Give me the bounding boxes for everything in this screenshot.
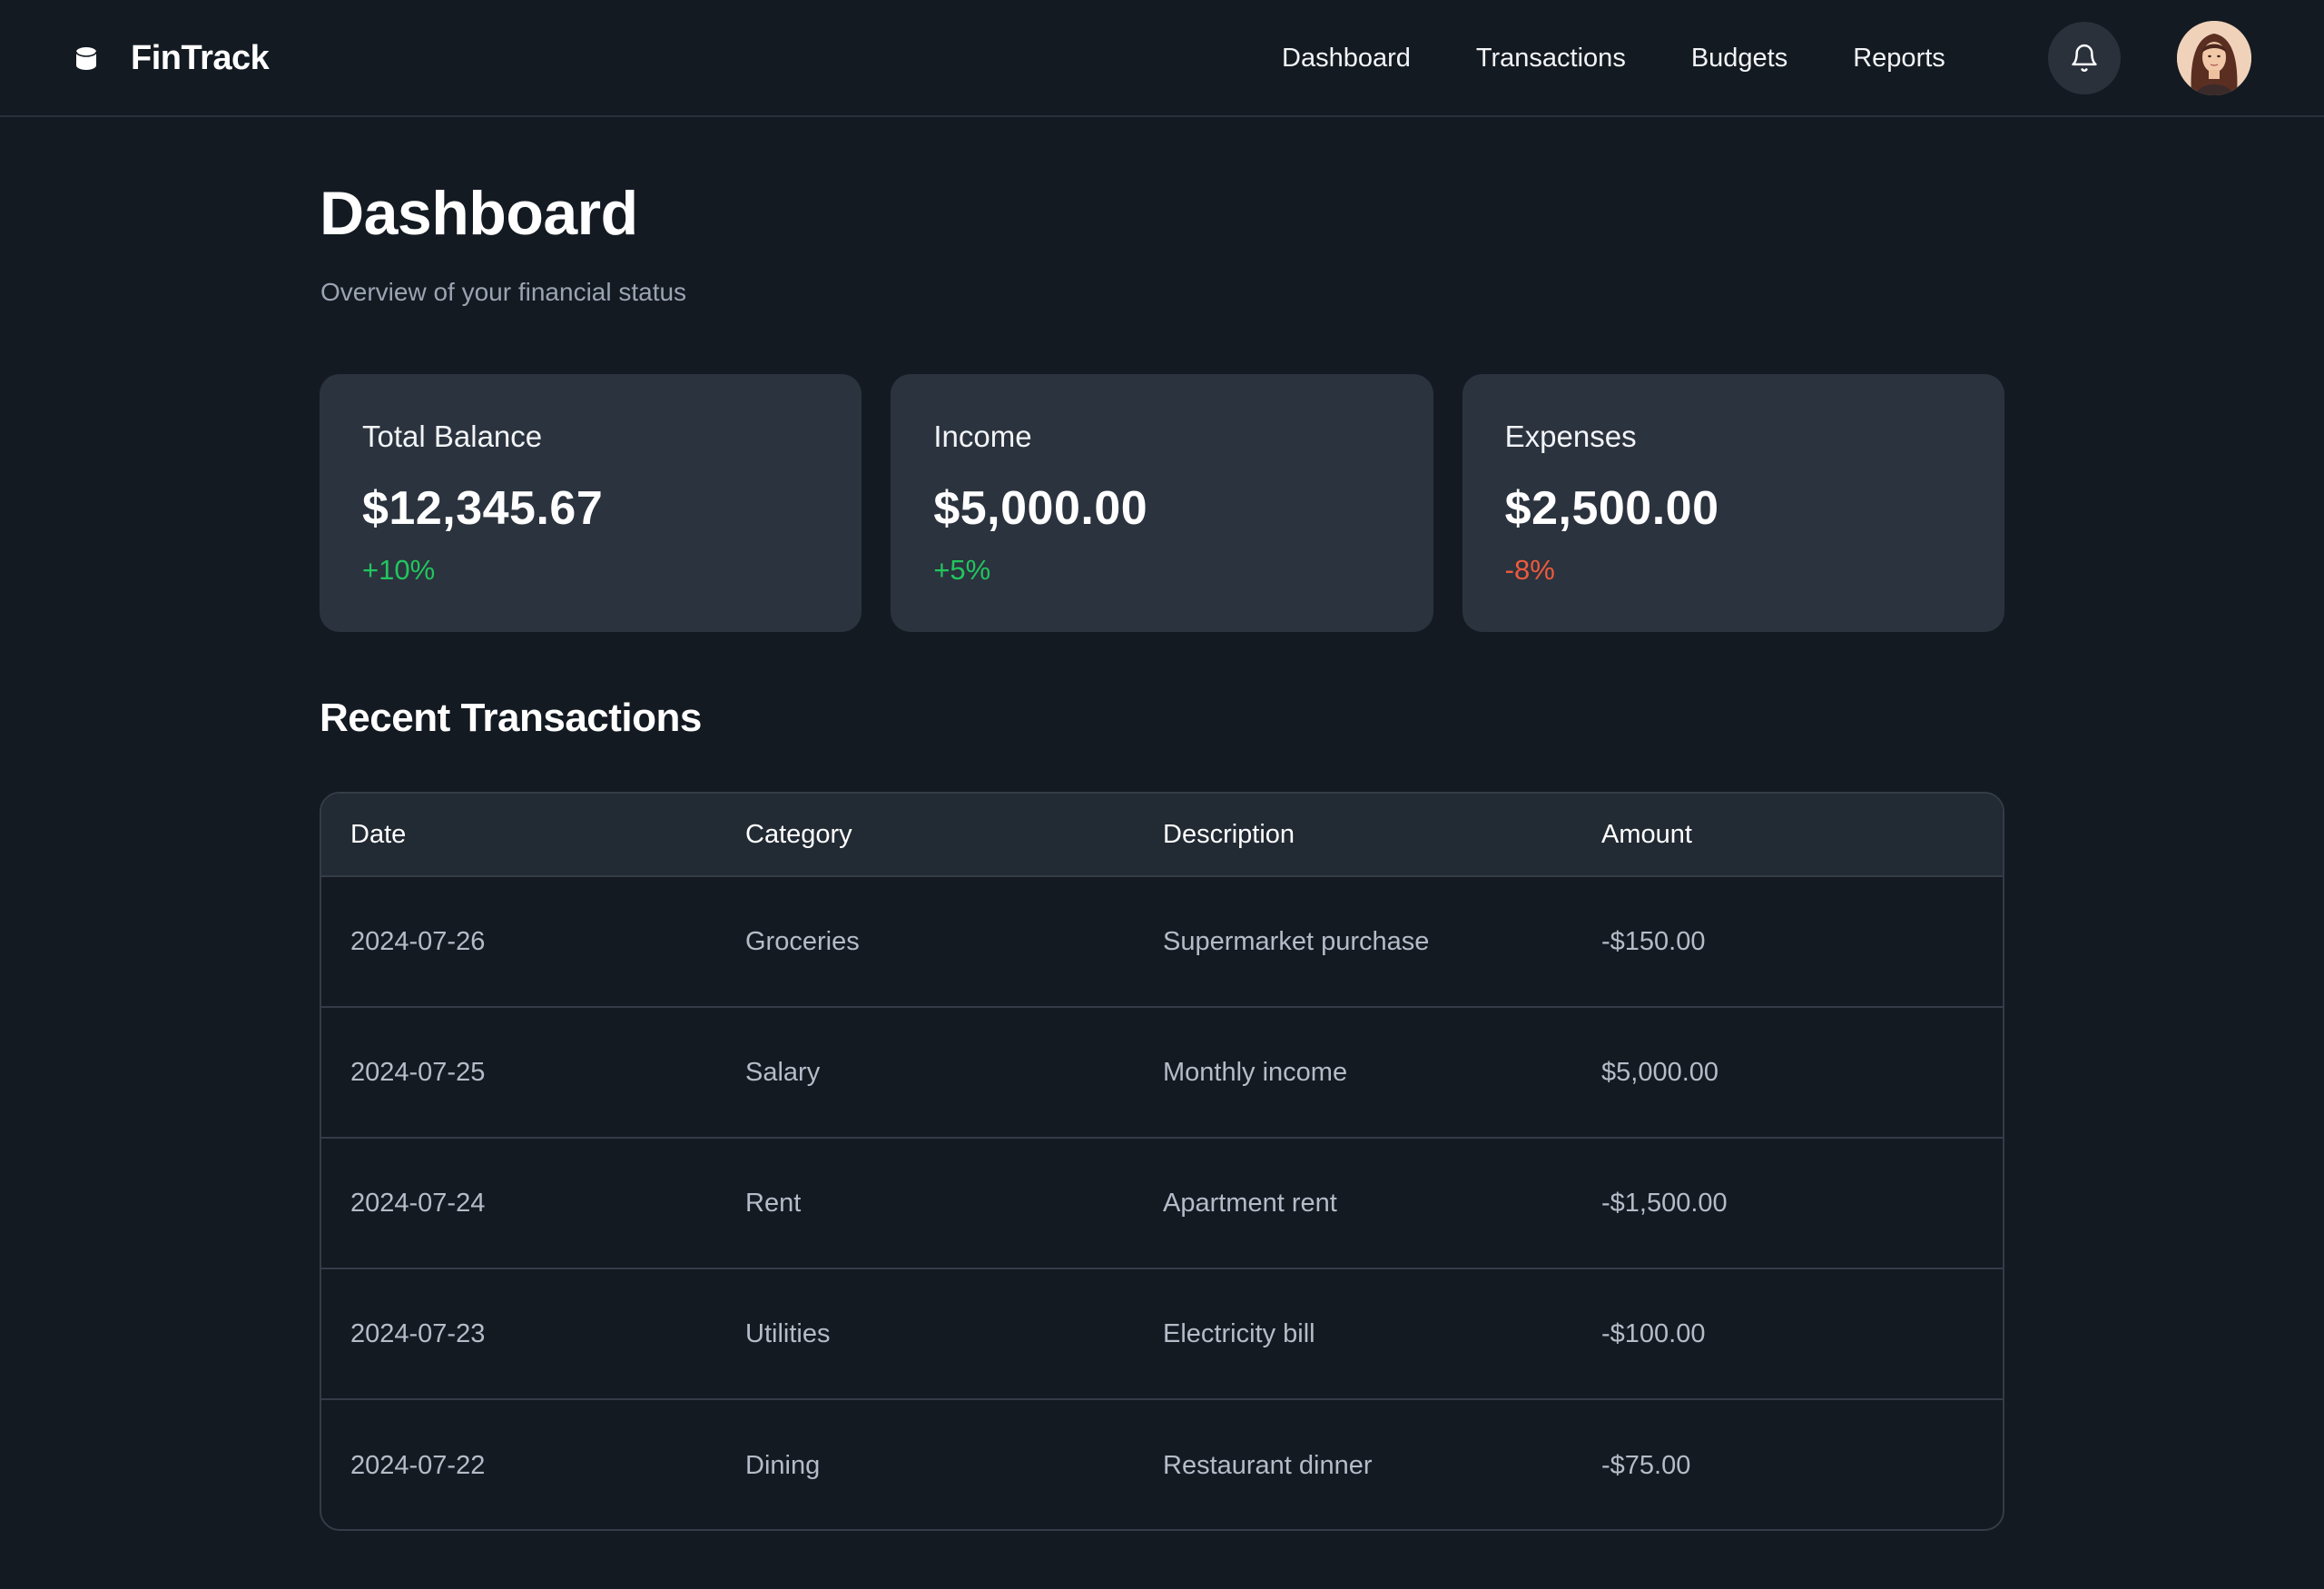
bell-icon [2072,44,2097,72]
section-title: Recent Transactions [320,696,702,740]
card-value: $5,000.00 [933,482,1148,535]
card-value: $12,345.67 [362,482,604,535]
card-change: +10% [362,554,436,586]
card-total-balance: Total Balance $12,345.67 +10% [320,374,862,632]
nav-item-transactions[interactable]: Transactions [1476,44,1626,74]
cell-date: 2024-07-23 [350,1318,486,1348]
card-label: Total Balance [362,419,543,453]
notifications-button[interactable] [2048,22,2121,94]
table-row[interactable]: 2024-07-25 Salary Monthly income $5,000.… [321,1008,2003,1139]
cell-date: 2024-07-26 [350,926,486,956]
top-navbar: FinTrack Dashboard Transactions Budgets … [0,0,2324,117]
table-row[interactable]: 2024-07-26 Groceries Supermarket purchas… [321,877,2003,1008]
card-income: Income $5,000.00 +5% [891,374,1433,632]
column-header-date[interactable]: Date [350,820,406,850]
table-row[interactable]: 2024-07-23 Utilities Electricity bill -$… [321,1269,2003,1400]
card-label: Income [933,419,1032,453]
nav-item-dashboard[interactable]: Dashboard [1282,44,1411,74]
card-value: $2,500.00 [1504,482,1719,535]
coin-stack-icon [75,46,97,70]
page-subtitle: Overview of your financial status [320,278,687,306]
user-avatar[interactable] [2177,21,2251,95]
transactions-table: Date Category Description Amount 2024-07… [320,792,2004,1531]
cell-amount: -$1,500.00 [1601,1188,1728,1218]
cell-date: 2024-07-24 [350,1188,486,1218]
cell-category: Dining [745,1450,821,1480]
cell-amount: -$150.00 [1601,926,1706,956]
column-header-amount[interactable]: Amount [1601,820,1692,850]
column-header-category[interactable]: Category [745,820,852,850]
cell-description: Apartment rent [1163,1188,1337,1218]
cell-category: Salary [745,1057,821,1087]
cell-description: Supermarket purchase [1163,926,1430,956]
main-nav: Dashboard Transactions Budgets Reports [1282,0,1945,117]
cell-category: Groceries [745,926,860,956]
card-change: -8% [1504,554,1555,586]
nav-item-budgets[interactable]: Budgets [1691,44,1787,74]
column-header-description[interactable]: Description [1163,820,1295,850]
table-row[interactable]: 2024-07-24 Rent Apartment rent -$1,500.0… [321,1139,2003,1269]
table-row[interactable]: 2024-07-22 Dining Restaurant dinner -$75… [321,1400,2003,1529]
cell-amount: $5,000.00 [1601,1057,1719,1087]
cell-amount: -$75.00 [1601,1450,1691,1480]
avatar-portrait [2177,21,2251,95]
card-expenses: Expenses $2,500.00 -8% [1462,374,2004,632]
cell-category: Rent [745,1188,802,1218]
cell-category: Utilities [745,1318,831,1348]
cell-description: Electricity bill [1163,1318,1315,1348]
page-title: Dashboard [320,179,638,248]
nav-item-reports[interactable]: Reports [1853,44,1945,74]
brand-name: FinTrack [131,39,270,77]
table-header: Date Category Description Amount [321,794,2003,877]
cell-description: Restaurant dinner [1163,1450,1373,1480]
cell-amount: -$100.00 [1601,1318,1706,1348]
card-label: Expenses [1504,419,1637,453]
card-change: +5% [933,554,991,586]
summary-cards: Total Balance $12,345.67 +10% Income $5,… [320,374,2004,632]
cell-date: 2024-07-25 [350,1057,486,1087]
cell-date: 2024-07-22 [350,1450,486,1480]
brand[interactable]: FinTrack [74,0,270,117]
cell-description: Monthly income [1163,1057,1348,1087]
